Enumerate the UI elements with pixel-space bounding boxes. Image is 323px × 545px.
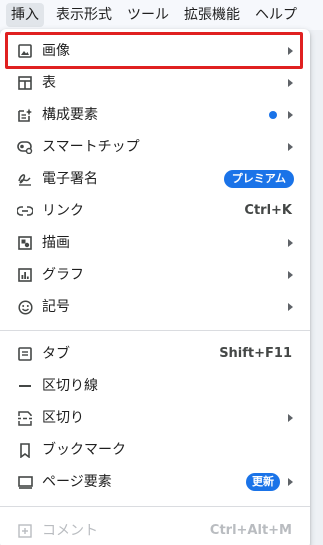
menu-item-link[interactable]: リンク Ctrl+K <box>0 195 310 227</box>
submenu-arrow-icon <box>288 303 293 311</box>
insert-dropdown-menu: 画像 表 構成要素 スマートチップ 電子署名 プレミアム リンク Ctrl+K … <box>0 29 310 545</box>
menu-item-label: タブ <box>42 346 70 362</box>
menu-item-chart[interactable]: グラフ <box>0 259 310 291</box>
menu-item-label: 構成要素 <box>42 107 98 123</box>
submenu-arrow-icon <box>288 143 293 151</box>
shortcut-text: Shift+F11 <box>219 346 292 361</box>
menu-extensions[interactable]: 拡張機能 <box>181 3 243 27</box>
drawing-icon <box>17 235 33 251</box>
menu-item-label: 記号 <box>42 299 70 315</box>
building-blocks-icon <box>17 107 33 123</box>
menu-item-label: 区切り <box>42 410 84 426</box>
menu-tools[interactable]: ツール <box>124 3 172 27</box>
shortcut-text: Ctrl+Alt+M <box>209 523 292 538</box>
chart-icon <box>17 267 33 283</box>
menu-item-label: コメント <box>42 523 98 539</box>
menu-item-label: グラフ <box>42 267 84 283</box>
tab-icon <box>17 346 33 362</box>
submenu-arrow-icon <box>288 414 293 422</box>
menu-item-drawing[interactable]: 描画 <box>0 227 310 259</box>
menu-item-label: リンク <box>42 203 84 219</box>
highlight-box <box>5 32 303 69</box>
submenu-arrow-icon <box>288 239 293 247</box>
menu-bar: 挿入 表示形式 ツール 拡張機能 ヘルプ <box>0 0 323 30</box>
shortcut-text: Ctrl+K <box>244 203 292 218</box>
menu-format[interactable]: 表示形式 <box>53 3 115 27</box>
submenu-arrow-icon <box>288 271 293 279</box>
new-feature-dot <box>269 111 277 119</box>
menu-item-horizontal-line[interactable]: 区切り線 <box>0 370 310 402</box>
menu-divider <box>0 330 310 331</box>
menu-item-label: 電子署名 <box>42 171 98 187</box>
table-icon <box>17 75 33 91</box>
submenu-arrow-icon <box>288 478 293 486</box>
menu-divider <box>0 506 310 507</box>
link-icon <box>17 203 33 219</box>
menu-item-comment: コメント Ctrl+Alt+M <box>0 515 310 545</box>
menu-item-label: 区切り線 <box>42 378 98 394</box>
add-comment-icon <box>17 523 33 539</box>
menu-item-building-blocks[interactable]: 構成要素 <box>0 99 310 131</box>
menu-item-label: ページ要素 <box>42 474 112 490</box>
bookmark-icon <box>17 442 33 458</box>
menu-item-bookmark[interactable]: ブックマーク <box>0 434 310 466</box>
menu-item-label: ブックマーク <box>42 442 126 458</box>
menu-item-label: 表 <box>42 75 56 91</box>
break-icon <box>17 410 33 426</box>
horizontal-line-icon <box>17 378 33 394</box>
premium-badge: プレミアム <box>223 170 294 188</box>
menu-item-special-characters[interactable]: 記号 <box>0 291 310 323</box>
submenu-arrow-icon <box>288 111 293 119</box>
submenu-arrow-icon <box>288 79 293 87</box>
menu-item-smart-chips[interactable]: スマートチップ <box>0 131 310 163</box>
menu-item-label: 描画 <box>42 235 70 251</box>
updated-badge: 更新 <box>246 473 280 491</box>
menu-item-table[interactable]: 表 <box>0 67 310 99</box>
smart-chip-icon <box>17 139 33 155</box>
menu-item-label: スマートチップ <box>42 139 140 155</box>
page-elements-icon <box>17 474 33 490</box>
menu-help[interactable]: ヘルプ <box>252 3 300 27</box>
menu-item-esignature[interactable]: 電子署名 プレミアム <box>0 163 310 195</box>
menu-item-break[interactable]: 区切り <box>0 402 310 434</box>
menu-insert[interactable]: 挿入 <box>6 3 44 27</box>
emoji-icon <box>17 299 33 315</box>
signature-icon <box>17 171 33 187</box>
menu-item-page-elements[interactable]: ページ要素 更新 <box>0 466 310 498</box>
menu-item-tab[interactable]: タブ Shift+F11 <box>0 338 310 370</box>
